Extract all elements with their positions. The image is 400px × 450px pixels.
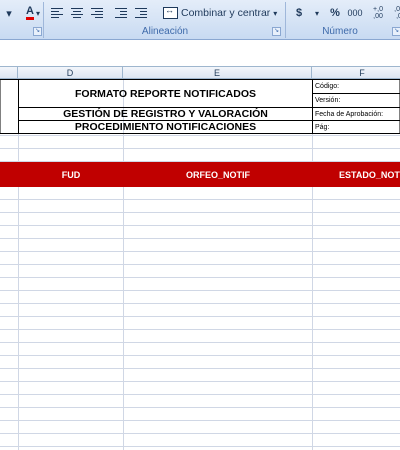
pag-label[interactable]: Pág: [313, 121, 400, 133]
group-separator [43, 2, 44, 38]
align-right-icon [91, 8, 103, 18]
column-header-c[interactable] [0, 67, 18, 79]
currency-dropdown-arrow[interactable]: ▾ [308, 3, 326, 23]
column-header-f[interactable]: F [312, 67, 400, 79]
fecha-aprobacion-label[interactable]: Fecha de Aprobación: [313, 108, 400, 120]
procedure-title[interactable]: PROCEDIMIENTO NOTIFICACIONES [19, 121, 312, 133]
column-headers: D E F [0, 66, 400, 79]
align-right-button[interactable] [87, 3, 107, 23]
gridlines [0, 79, 400, 450]
font-group-launcher-icon[interactable]: ↘ [33, 27, 42, 36]
table-header-estado-notif[interactable]: ESTADO_NOTIF [313, 162, 400, 187]
table-header-orfeo-notif[interactable]: ORFEO_NOTIF [124, 162, 312, 187]
alignment-group-launcher-icon[interactable]: ↘ [272, 27, 281, 36]
group-label-numero: Número [322, 26, 358, 37]
chevron-down-icon: ▾ [35, 8, 40, 18]
increase-indent-icon [135, 8, 147, 18]
merge-and-center-button[interactable]: Combinar y centrar ▾ [159, 3, 281, 23]
comma-style-button[interactable]: 000 [344, 3, 366, 23]
chevron-down-icon: ▾ [273, 8, 278, 18]
codigo-label[interactable]: Código: [313, 80, 400, 93]
ribbon: ▾ A ▾ ↘ ↔ Combinar y centrar ▾ Alineació… [0, 0, 400, 40]
group-separator [285, 2, 286, 38]
increase-decimal-button[interactable]: +,0 ,00 [366, 3, 390, 23]
column-header-e[interactable]: E [123, 67, 312, 79]
version-label[interactable]: Versión: [313, 94, 400, 107]
decrease-decimal-button[interactable]: ,00 ,0 [390, 3, 400, 23]
align-left-icon [51, 8, 63, 18]
align-center-icon [71, 8, 83, 18]
font-color-icon: A [26, 6, 34, 20]
decrease-indent-button[interactable] [111, 3, 131, 23]
decrease-indent-icon [115, 8, 127, 18]
align-center-button[interactable] [67, 3, 87, 23]
report-subtitle[interactable]: GESTIÓN DE REGISTRO Y VALORACIÓN [19, 108, 312, 120]
merge-and-center-label: Combinar y centrar [181, 7, 271, 19]
worksheet-grid[interactable]: FORMATO REPORTE NOTIFICADOS GESTIÓN DE R… [0, 79, 400, 450]
number-group-launcher-icon[interactable]: ↘ [392, 27, 400, 36]
column-header-d[interactable]: D [18, 67, 123, 79]
merge-cells-icon [163, 5, 178, 19]
group-label-alineacion: Alineación [141, 26, 189, 37]
table-header-fud[interactable]: FUD [19, 162, 123, 187]
increase-indent-button[interactable] [131, 3, 151, 23]
align-left-button[interactable] [47, 3, 67, 23]
formula-bar-area [0, 41, 400, 66]
report-title[interactable]: FORMATO REPORTE NOTIFICADOS [19, 80, 312, 107]
currency-format-button[interactable]: $ [290, 3, 308, 23]
percent-style-button[interactable]: % [326, 3, 344, 23]
font-color-dropdown-arrow[interactable]: ▾ [0, 3, 18, 23]
